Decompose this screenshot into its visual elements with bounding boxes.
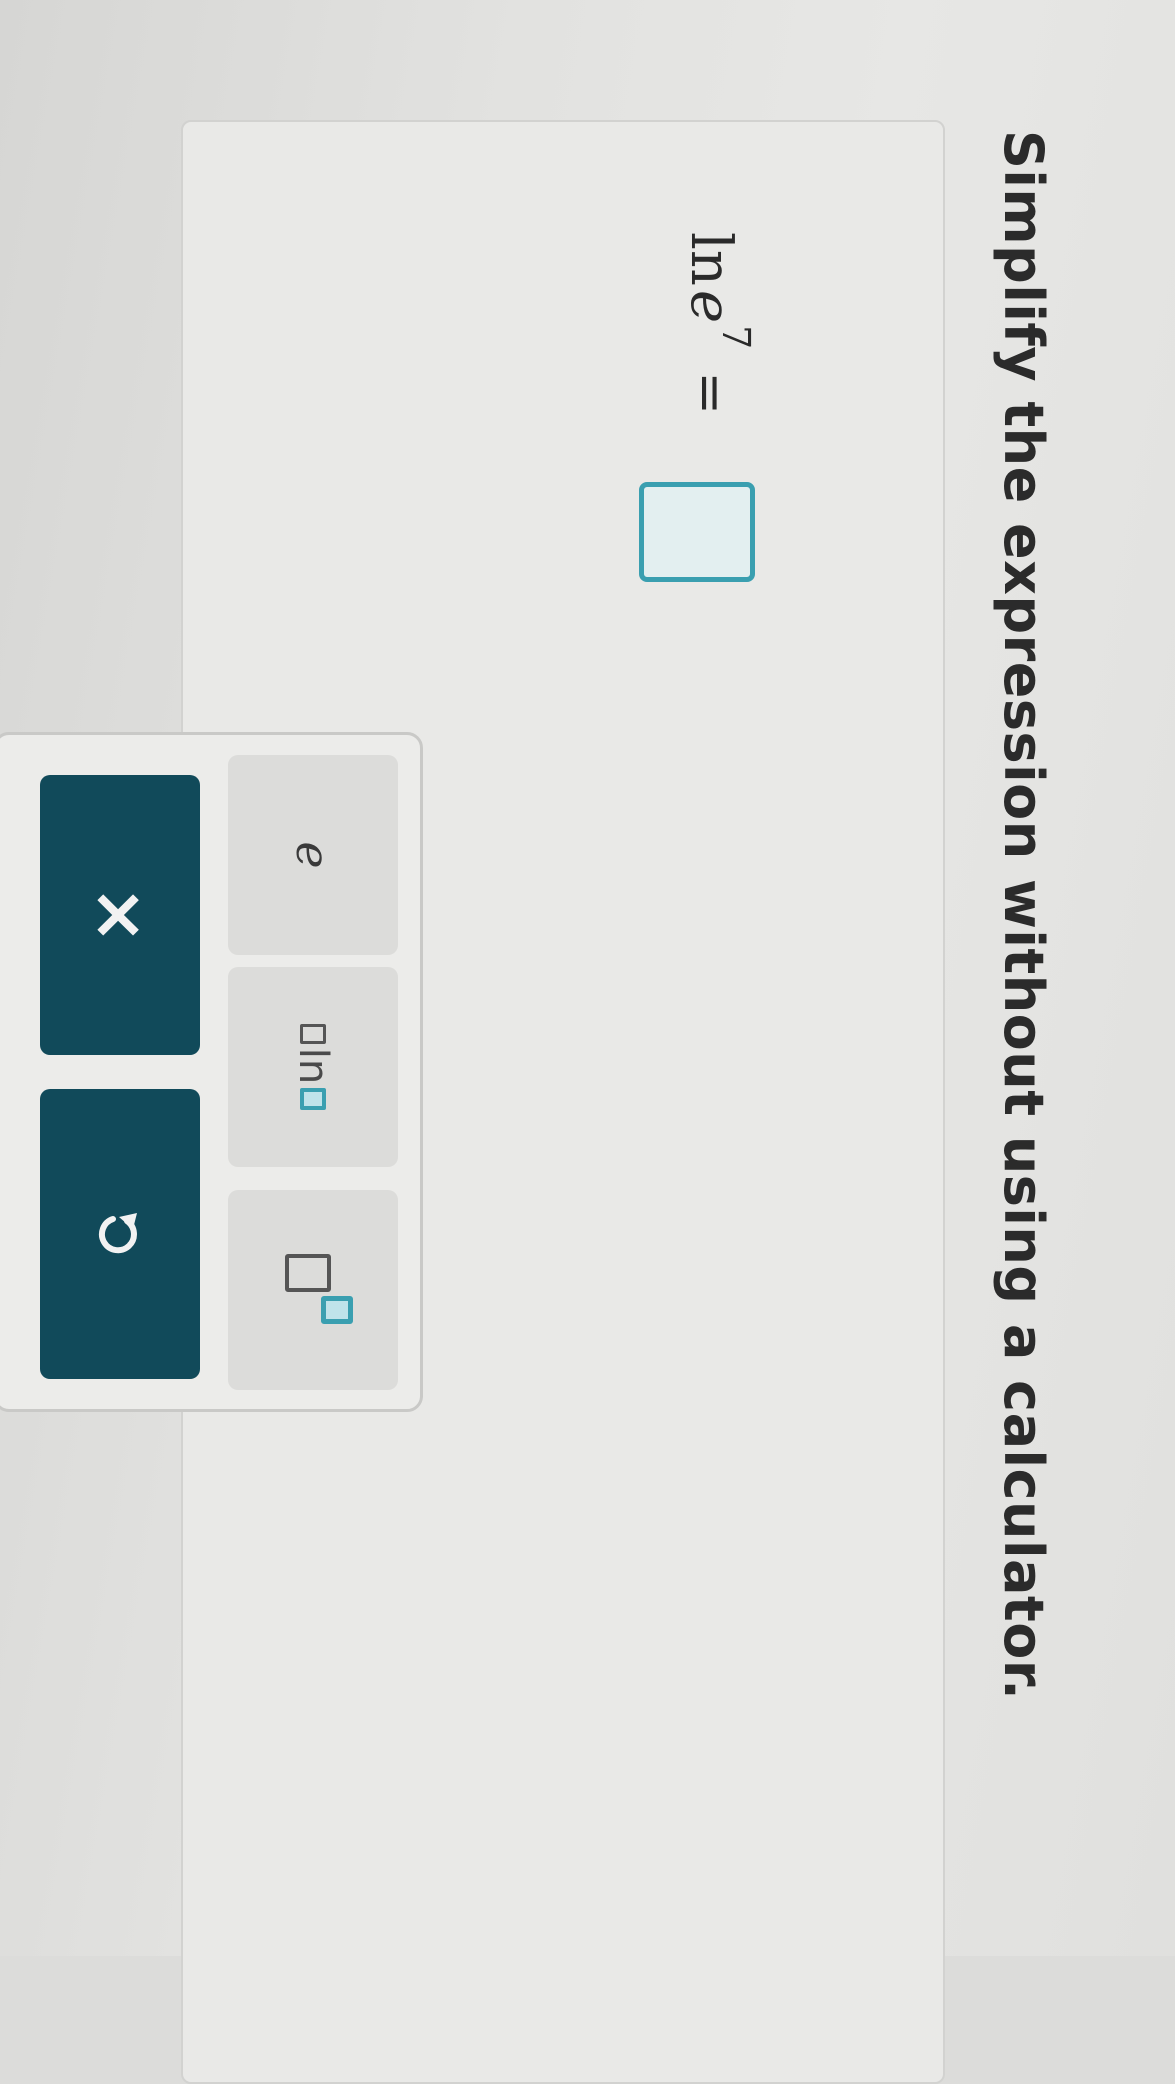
expression: ln e 7 =	[678, 232, 759, 415]
argument-placeholder-icon	[300, 1088, 326, 1111]
natural-log-button[interactable]: ln	[228, 967, 398, 1167]
expression-exponent: 7	[714, 325, 759, 350]
clear-button[interactable]: ×	[40, 775, 200, 1055]
natural-log-template-icon: ln	[290, 1023, 336, 1111]
close-icon: ×	[79, 885, 161, 945]
undo-icon	[98, 1213, 137, 1254]
base-placeholder-icon	[285, 1254, 331, 1292]
exponent-template-icon	[273, 1250, 353, 1330]
undo-button[interactable]	[40, 1089, 200, 1379]
expression-function: ln	[678, 232, 743, 286]
expression-base: e	[678, 289, 743, 324]
e-constant-icon: e	[286, 841, 340, 869]
exponent-placeholder-icon	[321, 1296, 353, 1324]
page: Simplify the expression without using a …	[0, 0, 1175, 2084]
equals-sign: =	[680, 371, 741, 415]
ln-label: ln	[290, 1047, 336, 1085]
math-keypad: e ln ×	[0, 732, 423, 1412]
question-title: Simplify the expression without using a …	[992, 130, 1055, 1701]
exponent-button[interactable]	[228, 1190, 398, 1390]
coefficient-placeholder-icon	[300, 1023, 326, 1044]
answer-input[interactable]	[639, 482, 755, 582]
problem-panel: ln e 7 = e ln ×	[0, 120, 945, 2084]
e-constant-button[interactable]: e	[228, 755, 398, 955]
